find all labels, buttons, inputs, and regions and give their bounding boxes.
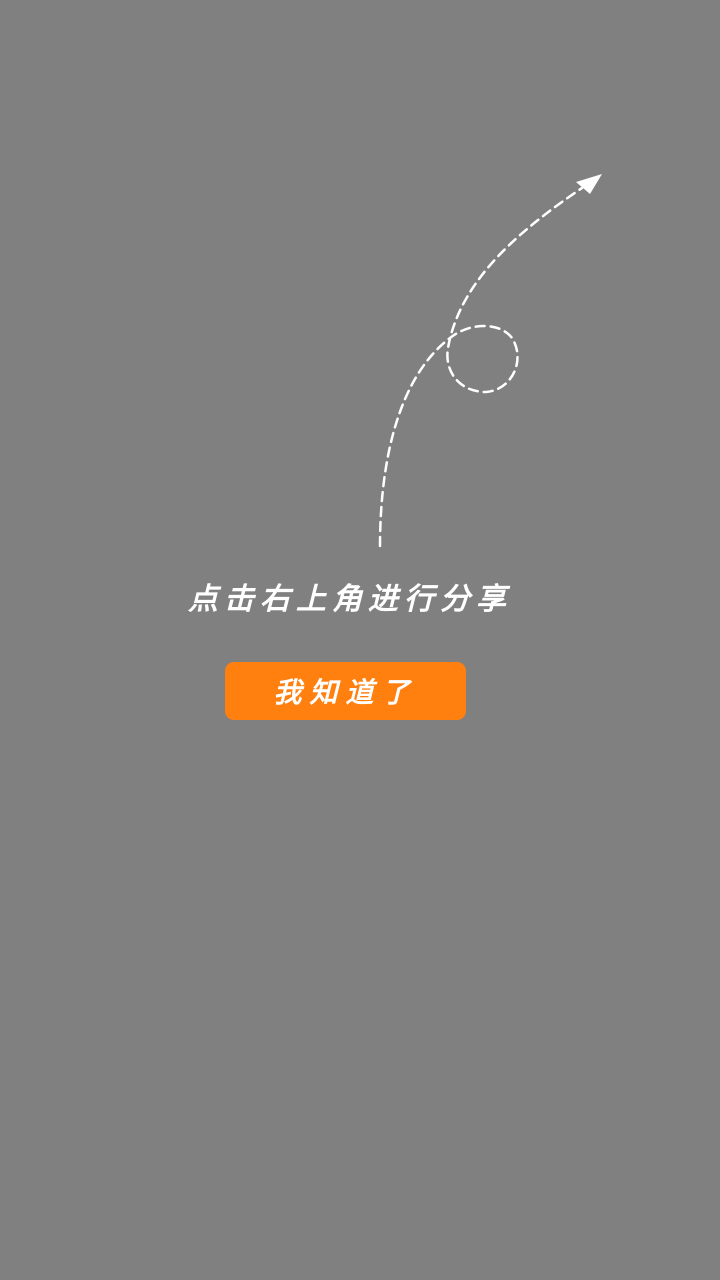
share-hint-text: 点击右上角进行分享	[188, 582, 512, 617]
got-it-button-label: 我知道了	[273, 676, 418, 709]
dashed-arrow-icon	[378, 174, 602, 548]
share-guide-overlay[interactable]: 点击右上角进行分享 我知道了	[0, 0, 720, 1280]
got-it-button[interactable]: 我知道了	[225, 662, 466, 720]
